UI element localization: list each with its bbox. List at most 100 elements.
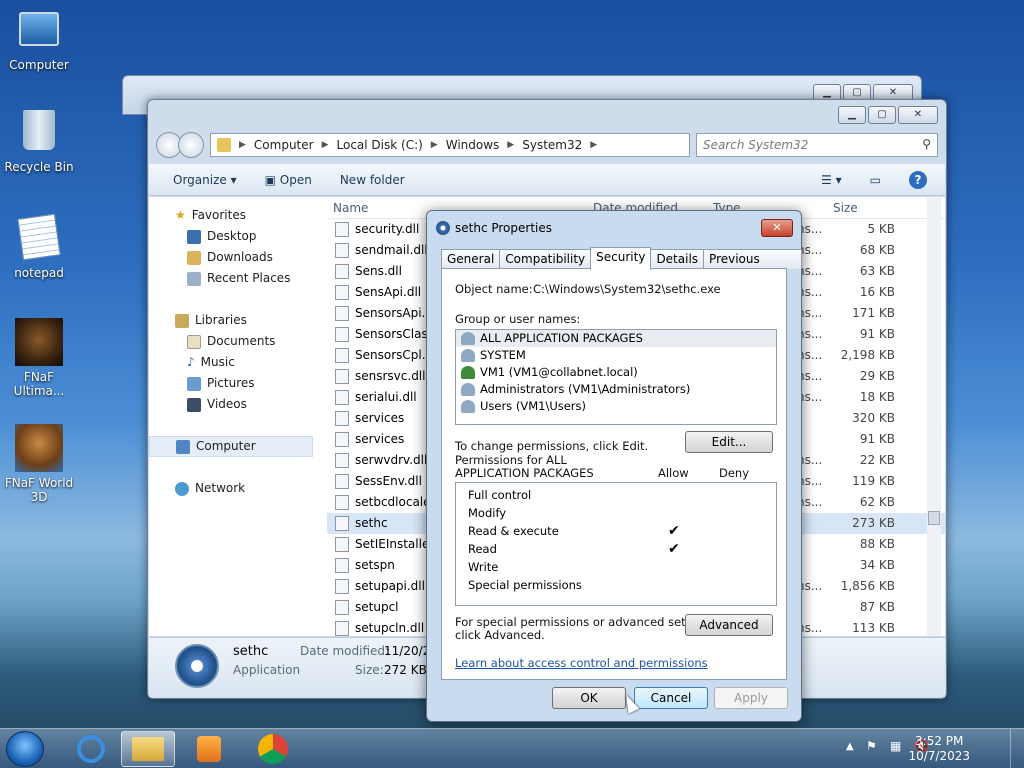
file-size: 18 KB: [859, 390, 895, 404]
list-item[interactable]: ALL APPLICATION PACKAGES: [456, 330, 776, 347]
breadcrumb-system32[interactable]: System32: [522, 138, 582, 152]
desktop-icon-fnaf-world[interactable]: FNaF World 3D: [3, 424, 75, 504]
list-item[interactable]: VM1 (VM1@collabnet.local): [456, 364, 776, 381]
nav-libraries[interactable]: Libraries: [149, 310, 317, 331]
desktop-icon-label: FNaF World 3D: [4, 476, 74, 504]
file-name: Sens.dll: [355, 264, 402, 278]
breadcrumb-windows[interactable]: Windows: [446, 138, 500, 152]
minimize-button[interactable]: ▁: [838, 106, 866, 124]
nav-music[interactable]: ♪ Music: [149, 352, 317, 373]
nav-computer[interactable]: Computer: [149, 436, 313, 457]
file-icon: [335, 558, 349, 573]
close-button[interactable]: ✕: [898, 106, 938, 124]
tab-general[interactable]: General: [441, 249, 501, 269]
tab-previous-versions[interactable]: Previous Versions: [703, 249, 802, 285]
clock-date: 10/7/2023: [908, 749, 970, 763]
recent-places-icon: [187, 271, 201, 286]
list-item[interactable]: Users (VM1\Users): [456, 398, 776, 415]
desktop-icon-fnaf-ultimate[interactable]: FNaF Ultima...: [3, 318, 75, 398]
group-user-list[interactable]: ALL APPLICATION PACKAGES SYSTEM VM1 (VM1…: [455, 329, 777, 425]
column-size[interactable]: Size: [833, 197, 858, 219]
permission-name: Full control: [468, 488, 532, 502]
tab-security[interactable]: Security: [590, 247, 652, 270]
search-input[interactable]: Search System32 ⚲: [696, 133, 938, 157]
permission-name: Write: [468, 560, 499, 574]
file-icon: [335, 432, 349, 447]
desktop-icon-recycle-bin[interactable]: Recycle Bin: [3, 110, 75, 174]
desktop-icon-label: Computer: [9, 58, 69, 72]
file-size: 119 KB: [852, 474, 895, 488]
security-panel: Object name: C:\Windows\System32\sethc.e…: [441, 268, 787, 680]
folder-icon: [217, 138, 231, 152]
details-size-value: 272 KB: [384, 663, 427, 677]
ok-button[interactable]: OK: [552, 687, 626, 709]
nav-videos[interactable]: Videos: [149, 394, 317, 415]
file-name: setupapi.dll: [355, 579, 425, 593]
maximize-button[interactable]: ▢: [868, 106, 896, 124]
nav-favorites[interactable]: ★ Favorites: [149, 205, 317, 226]
dialog-close-button[interactable]: ✕: [761, 219, 793, 237]
cancel-button[interactable]: Cancel: [634, 687, 708, 709]
search-icon: ⚲: [922, 137, 931, 151]
breadcrumb-local-disk[interactable]: Local Disk (C:): [337, 138, 423, 152]
start-button[interactable]: [6, 731, 44, 767]
organize-button[interactable]: Organize ▾: [173, 173, 237, 187]
apply-button[interactable]: Apply: [714, 687, 788, 709]
desktop-icon: [187, 229, 201, 244]
desktop-icon-computer[interactable]: Computer: [3, 8, 75, 72]
clock-time: 3:52 PM: [915, 734, 964, 748]
show-desktop-button[interactable]: [1010, 729, 1024, 768]
taskbar-chrome[interactable]: [246, 731, 300, 767]
tab-details[interactable]: Details: [650, 249, 705, 269]
breadcrumb-computer[interactable]: Computer: [254, 138, 314, 152]
change-permissions-text: To change permissions, click Edit.: [455, 439, 649, 453]
forward-button[interactable]: [178, 132, 204, 158]
desktop-icon-label: FNaF Ultima...: [13, 370, 65, 398]
file-name: serwvdrv.dll: [355, 453, 428, 467]
scrollbar-thumb[interactable]: [928, 511, 940, 525]
vertical-scrollbar[interactable]: [927, 197, 941, 636]
list-item[interactable]: Administrators (VM1\Administrators): [456, 381, 776, 398]
file-size: 87 KB: [859, 600, 895, 614]
taskbar-media-player[interactable]: [182, 731, 236, 767]
address-bar[interactable]: ▶ Computer ▶ Local Disk (C:) ▶ Windows ▶…: [210, 133, 690, 157]
list-item[interactable]: SYSTEM: [456, 347, 776, 364]
view-options-icon[interactable]: ☰ ▾: [821, 173, 842, 187]
file-name: services: [355, 411, 405, 425]
desktop-icon-label: Recycle Bin: [4, 160, 74, 174]
taskbar-internet-explorer[interactable]: [64, 731, 118, 767]
nav-recent-places[interactable]: Recent Places: [149, 268, 317, 289]
nav-network[interactable]: Network: [149, 478, 317, 499]
file-name: services: [355, 432, 405, 446]
file-size: 113 KB: [852, 621, 895, 635]
nav-pictures[interactable]: Pictures: [149, 373, 317, 394]
show-hidden-icons-icon[interactable]: ▲: [846, 741, 854, 752]
desktop-icon-notepad[interactable]: notepad: [3, 213, 75, 280]
nav-desktop[interactable]: Desktop: [149, 226, 317, 247]
permission-row: Write: [456, 558, 776, 576]
file-size: 22 KB: [859, 453, 895, 467]
edit-button[interactable]: Edit...: [685, 431, 773, 453]
column-name[interactable]: Name: [333, 197, 368, 219]
preview-pane-icon[interactable]: ▭: [870, 173, 881, 187]
file-name: setbcdlocale.: [355, 495, 435, 509]
libraries-icon: [175, 313, 189, 328]
file-size: 2,198 KB: [840, 348, 895, 362]
tab-compatibility[interactable]: Compatibility: [499, 249, 592, 269]
new-folder-button[interactable]: New folder: [340, 173, 405, 187]
advanced-button[interactable]: Advanced: [685, 614, 773, 636]
taskbar-file-explorer[interactable]: [121, 731, 175, 767]
system-clock[interactable]: 3:52 PM 10/7/2023: [908, 734, 970, 764]
network-tray-icon[interactable]: ▦: [890, 739, 901, 753]
permissions-list: Full control Modify Read & execute ✔ Read ✔ Wr…: [455, 482, 777, 606]
properties-dialog[interactable]: sethc Properties ✕ General Compatibility…: [426, 210, 802, 722]
action-center-icon[interactable]: ⚑: [866, 739, 877, 753]
file-size: 320 KB: [852, 411, 895, 425]
documents-icon: [187, 334, 201, 349]
learn-access-control-link[interactable]: Learn about access control and permissio…: [455, 656, 708, 670]
file-icon: [335, 264, 349, 279]
nav-downloads[interactable]: Downloads: [149, 247, 317, 268]
nav-documents[interactable]: Documents: [149, 331, 317, 352]
open-button[interactable]: ▣ Open: [265, 173, 312, 187]
help-icon[interactable]: ?: [909, 170, 927, 189]
